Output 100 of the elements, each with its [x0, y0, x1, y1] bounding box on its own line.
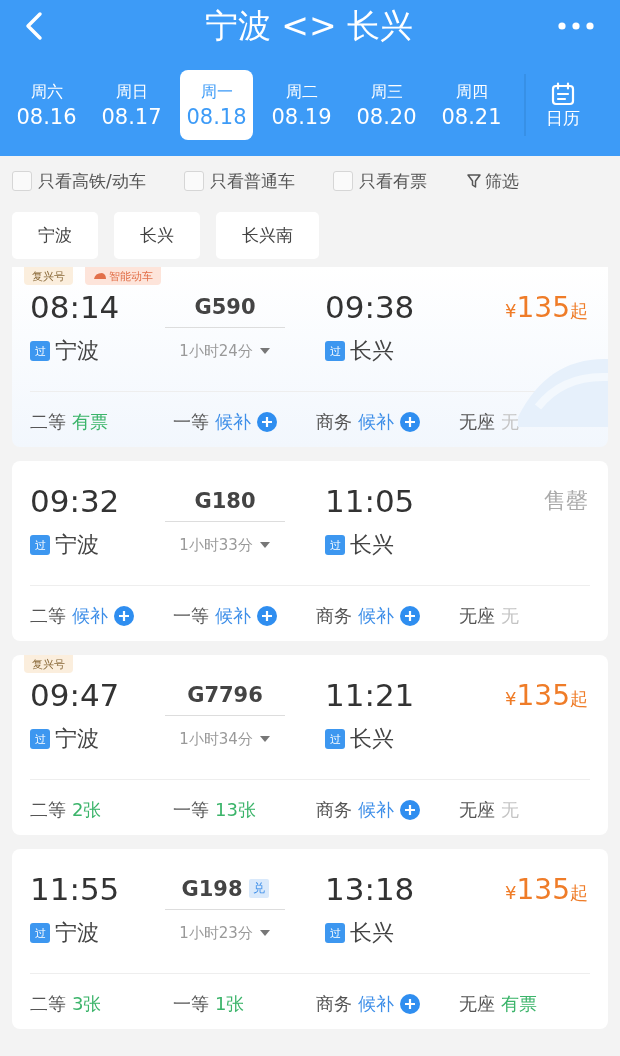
station-chip[interactable]: 长兴南	[216, 212, 319, 259]
train-number: G7796	[187, 682, 263, 707]
duration: 1小时23分	[179, 923, 253, 943]
seat-status: 无	[501, 604, 519, 628]
add-icon[interactable]	[400, 412, 420, 432]
pass-through-badge: 过	[325, 341, 345, 361]
price: ¥135起	[505, 678, 588, 712]
train-icon	[93, 272, 107, 280]
seat-status: 2张	[72, 798, 102, 822]
add-icon[interactable]	[114, 606, 134, 626]
add-icon[interactable]	[400, 800, 420, 820]
duration: 1小时24分	[179, 341, 253, 361]
arrival-time: 13:18	[325, 871, 416, 907]
seat-status: 有票	[72, 410, 108, 434]
train-number: G180	[194, 488, 256, 513]
train-card[interactable]: 复兴号 智能动车 08:14 G590 09:38 ¥135起 过 宁波 1小时24分 过 长兴 二等 有票 一等 候补 商务 候补 无座 无	[12, 267, 608, 447]
price: ¥135起	[505, 872, 588, 906]
add-icon[interactable]	[400, 606, 420, 626]
arrival-time: 11:21	[325, 677, 416, 713]
departure-time: 09:47	[30, 677, 121, 713]
arrival-station: 长兴	[350, 919, 394, 947]
caret-icon[interactable]	[258, 541, 271, 549]
seat-class: 商务	[316, 410, 352, 434]
arrival-station: 长兴	[350, 337, 394, 365]
seat-status: 候补	[358, 604, 394, 628]
filter-checkbox[interactable]: 只看高铁/动车	[12, 169, 146, 193]
departure-station: 宁波	[55, 531, 99, 559]
departure-time: 08:14	[30, 289, 121, 325]
train-tag: 复兴号	[24, 267, 73, 285]
train-tag: 复兴号	[24, 655, 73, 673]
seat-class: 无座	[459, 604, 495, 628]
sold-out-label: 售罄	[544, 488, 588, 513]
page-title: 宁波 <> 长兴	[204, 4, 414, 47]
seat-status: 候补	[358, 410, 394, 434]
add-icon[interactable]	[400, 994, 420, 1014]
seat-class: 商务	[316, 798, 352, 822]
seat-status: 无	[501, 798, 519, 822]
seat-class: 一等	[173, 992, 209, 1016]
caret-icon[interactable]	[258, 929, 271, 937]
seat-class: 二等	[30, 798, 66, 822]
train-card[interactable]: 复兴号 09:47 G7796 11:21 ¥135起 过 宁波 1小时34分 过 长兴 二等 2张 一等 13张 商务 候补 无座 无	[12, 655, 608, 835]
departure-time: 11:55	[30, 871, 121, 907]
seat-class: 商务	[316, 604, 352, 628]
seat-class: 一等	[173, 410, 209, 434]
calendar-icon	[550, 80, 576, 107]
arrival-station: 长兴	[350, 725, 394, 753]
add-icon[interactable]	[257, 412, 277, 432]
arrival-time: 09:38	[325, 289, 416, 325]
seat-class: 二等	[30, 604, 66, 628]
seat-class: 一等	[173, 798, 209, 822]
seat-status: 候补	[215, 604, 251, 628]
arrival-time: 11:05	[325, 483, 416, 519]
seat-class: 商务	[316, 992, 352, 1016]
add-icon[interactable]	[257, 606, 277, 626]
seat-status: 候补	[358, 798, 394, 822]
duration: 1小时34分	[179, 729, 253, 749]
seat-status: 13张	[215, 798, 256, 822]
seat-status: 候补	[358, 992, 394, 1016]
arrival-station: 长兴	[350, 531, 394, 559]
pass-through-badge: 过	[325, 729, 345, 749]
train-card[interactable]: 09:32 G180 11:05 售罄 过 宁波 1小时33分 过 长兴 二等 候补 一等 候补 商务 候补 无座 无	[12, 461, 608, 641]
seat-status: 有票	[501, 992, 537, 1016]
caret-icon[interactable]	[258, 735, 271, 743]
duration: 1小时33分	[179, 535, 253, 555]
filter-button[interactable]: 筛选	[466, 169, 519, 193]
seat-class: 无座	[459, 410, 495, 434]
caret-icon[interactable]	[258, 347, 271, 355]
train-number: G198	[181, 876, 243, 901]
pass-through-badge: 过	[30, 729, 50, 749]
train-card[interactable]: 11:55 G198 兑 13:18 ¥135起 过 宁波 1小时23分 过 长兴 二等 3张 一等 1张 商务 候补 无座 有票	[12, 849, 608, 1029]
filter-checkbox[interactable]: 只看普通车	[183, 169, 295, 193]
seat-status: 无	[501, 410, 519, 434]
station-chip[interactable]: 宁波	[12, 212, 98, 259]
more-icon[interactable]	[558, 22, 594, 30]
exchange-badge: 兑	[248, 879, 269, 898]
train-tag: 智能动车	[85, 267, 161, 285]
price: ¥135起	[505, 290, 588, 324]
departure-station: 宁波	[55, 919, 99, 947]
departure-station: 宁波	[55, 337, 99, 365]
pass-through-badge: 过	[325, 923, 345, 943]
pass-through-badge: 过	[30, 341, 50, 361]
seat-status: 候补	[72, 604, 108, 628]
filter-icon	[466, 173, 481, 189]
pass-through-badge: 过	[30, 535, 50, 555]
seat-status: 候补	[215, 410, 251, 434]
back-icon[interactable]	[24, 11, 44, 41]
departure-station: 宁波	[55, 725, 99, 753]
departure-time: 09:32	[30, 483, 121, 519]
seat-class: 二等	[30, 410, 66, 434]
seat-status: 3张	[72, 992, 102, 1016]
seat-class: 无座	[459, 992, 495, 1016]
train-number: G590	[194, 294, 256, 319]
pass-through-badge: 过	[30, 923, 50, 943]
station-chip[interactable]: 长兴	[114, 212, 200, 259]
seat-class: 无座	[459, 798, 495, 822]
filter-checkbox[interactable]: 只看有票	[332, 169, 427, 193]
seat-class: 二等	[30, 992, 66, 1016]
seat-class: 一等	[173, 604, 209, 628]
pass-through-badge: 过	[325, 535, 345, 555]
seat-status: 1张	[215, 992, 245, 1016]
